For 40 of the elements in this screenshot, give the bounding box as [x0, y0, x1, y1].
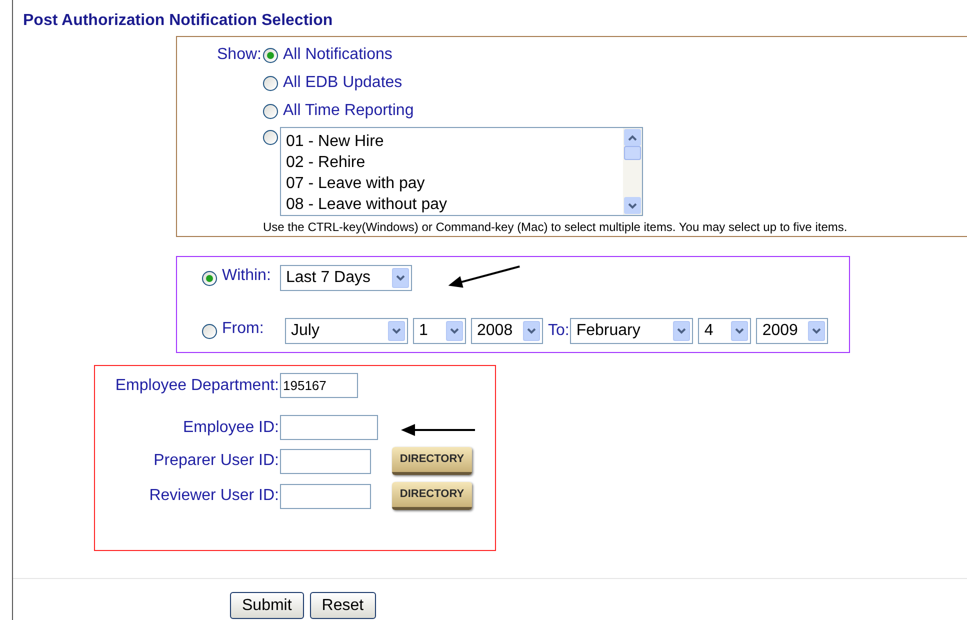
directory-book-button[interactable]: DIRECTORY — [392, 482, 472, 510]
to-label: To: — [548, 321, 570, 341]
scrollbar-icon — [623, 128, 642, 215]
list-item[interactable]: 07 - Leave with pay — [286, 173, 623, 194]
field-label: Preparer User ID: — [152, 451, 280, 471]
option-label: All EDB Updates — [283, 73, 402, 93]
dropdown[interactable]: 1 — [413, 318, 466, 344]
field-label: Reviewer User ID: — [148, 486, 280, 506]
option-label: All Time Reporting — [283, 101, 414, 121]
selection-hint: Use the CTRL-key(Windows) or Command-key (Mac) to select multiple items. You may select up to five items. — [263, 219, 848, 236]
within-label: Within: — [222, 266, 272, 286]
directory-book-button[interactable]: DIRECTORY — [392, 447, 472, 475]
radio-button[interactable] — [263, 104, 278, 118]
form-button[interactable]: Submit — [230, 592, 304, 619]
radio-button[interactable] — [202, 324, 217, 338]
dropdown[interactable]: Last 7 Days — [280, 265, 412, 291]
text-field[interactable] — [280, 484, 371, 508]
text-field[interactable] — [280, 415, 378, 440]
list-item[interactable]: 02 - Rehire — [286, 152, 623, 173]
radio-button[interactable] — [263, 76, 278, 90]
option-label: All Notifications — [283, 45, 392, 65]
notification-listbox[interactable]: 01 - New Hire 02 - Rehire 07 - Leave with pay 08 - Leave without pay — [280, 127, 643, 216]
dropdown[interactable]: 2009 — [756, 318, 828, 344]
field-label: Employee ID: — [182, 418, 280, 438]
text-field[interactable] — [280, 448, 371, 474]
form-button[interactable]: Reset — [310, 592, 376, 619]
text-field[interactable]: 195167 — [280, 373, 358, 398]
dropdown[interactable]: 2008 — [471, 318, 543, 344]
from-label: From: — [222, 318, 265, 338]
dropdown[interactable]: February — [570, 318, 694, 344]
list-item[interactable]: 01 - New Hire — [286, 131, 623, 152]
list-item[interactable]: 08 - Leave without pay — [286, 194, 623, 215]
field-label: Employee Department: — [114, 376, 280, 396]
show-label: Show: — [217, 45, 261, 65]
dropdown[interactable]: 4 — [698, 318, 752, 344]
radio-button[interactable] — [263, 48, 278, 62]
radio-button[interactable] — [202, 270, 217, 286]
radio-button[interactable] — [263, 130, 278, 145]
page-title: Post Authorization Notification Selection — [22, 11, 334, 31]
dropdown[interactable]: July — [285, 318, 408, 344]
